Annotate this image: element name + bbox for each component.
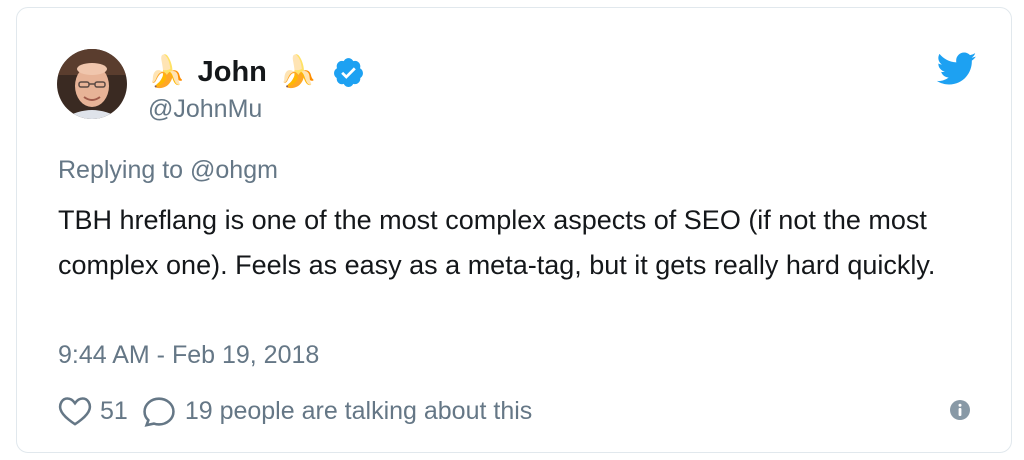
avatar-photo-icon [57,49,127,119]
tweet-timestamp[interactable]: 9:44 AM - Feb 19, 2018 [58,341,319,370]
author-display-name[interactable]: John [198,56,267,89]
replying-to-line[interactable]: Replying to @ohgm [58,156,278,185]
twitter-bird-icon[interactable] [936,52,977,86]
banana-emoji-icon: 🍌 [278,53,318,90]
avatar[interactable] [57,49,127,119]
tweet-card: 🍌 John 🍌 @JohnMu Replying to @ohgm TBH h… [16,7,1012,453]
banana-emoji-icon: 🍌 [147,53,186,90]
tweet-text: TBH hreflang is one of the most complex … [58,205,936,280]
author-handle[interactable]: @JohnMu [148,95,262,124]
author-name-row[interactable]: 🍌 John 🍌 [147,52,365,92]
info-icon[interactable] [949,399,971,421]
like-count[interactable]: 51 [100,397,128,426]
conversation-link[interactable]: 19 people are talking about this [185,397,532,426]
speech-bubble-icon[interactable] [142,395,176,427]
heart-icon[interactable] [58,395,92,427]
verified-badge-icon [332,56,365,89]
tweet-actions: 51 19 people are talking about this [58,393,532,429]
